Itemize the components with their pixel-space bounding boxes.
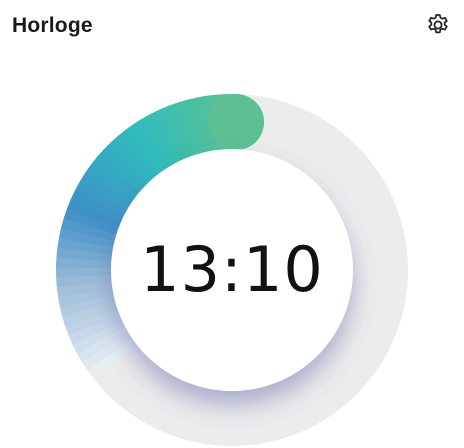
clock-screen: Horloge 13:10 xyxy=(0,0,464,448)
time-display: 13:10 xyxy=(140,233,324,306)
progress-arc-end-cap xyxy=(208,94,265,151)
clock-dial xyxy=(56,94,408,446)
